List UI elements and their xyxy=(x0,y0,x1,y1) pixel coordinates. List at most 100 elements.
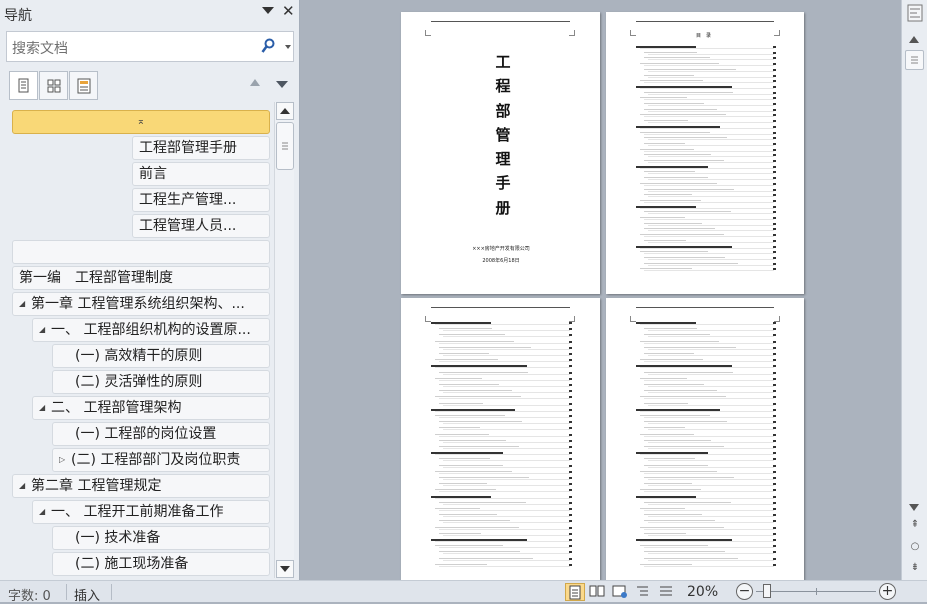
outline-view-button[interactable] xyxy=(634,583,654,601)
nav-heading-item[interactable]: ⌅ xyxy=(12,110,270,134)
toc-page-number xyxy=(773,433,776,436)
nav-heading-item[interactable]: 工程生产管理... xyxy=(132,188,270,212)
toc-leader xyxy=(443,355,570,356)
ruler-toggle-icon[interactable] xyxy=(907,4,923,22)
collapse-caret-icon[interactable]: ◢ xyxy=(39,397,51,419)
toc-leader xyxy=(640,454,774,456)
toc-leader xyxy=(644,150,774,152)
toc-entry-line xyxy=(640,377,687,379)
grip-icon xyxy=(911,56,918,64)
previous-heading-arrow-icon[interactable] xyxy=(250,79,260,86)
toc-entry-line xyxy=(439,446,519,447)
document-scrollbar[interactable]: ⇞ ○ ⇟ xyxy=(901,0,927,580)
nav-heading-item[interactable]: ◢ 第二章 工程管理规定 xyxy=(12,474,270,498)
toc-page-number xyxy=(569,520,572,523)
search-options-chevron-icon[interactable] xyxy=(285,45,291,49)
word-count[interactable]: 字数: 0 xyxy=(8,585,51,604)
nav-heading-item[interactable]: ◢ 第一章 工程管理系统组织架构、... xyxy=(12,292,270,316)
toc-page-number xyxy=(569,557,572,560)
toc-entry-line xyxy=(644,211,731,213)
select-browse-object-icon[interactable]: ○ xyxy=(908,540,922,554)
toc-entry-line xyxy=(640,268,692,270)
collapse-caret-icon[interactable]: ◢ xyxy=(19,293,31,315)
nav-pane-scrollbar[interactable] xyxy=(274,102,294,578)
zoom-level[interactable]: 20% xyxy=(687,584,718,600)
nav-heading-item[interactable]: 第一编 工程部管理制度 xyxy=(12,266,270,290)
next-page-icon[interactable]: ⇟ xyxy=(908,561,922,575)
close-icon[interactable]: ✕ xyxy=(282,3,295,19)
toc-page-number xyxy=(773,120,776,123)
toc-page-number xyxy=(773,188,776,191)
previous-page-icon[interactable]: ⇞ xyxy=(908,518,922,532)
scroll-down-arrow-icon[interactable] xyxy=(909,504,919,511)
toc-leader xyxy=(648,156,774,158)
toc-page-number xyxy=(569,427,572,430)
toc-page-number xyxy=(569,439,572,442)
expand-caret-icon[interactable]: ▷ xyxy=(59,449,71,471)
page-1-cover[interactable]: 工程部管理手册 ×××房地产开发有限公司 2008年6月18日 xyxy=(401,12,600,294)
toc-page-number xyxy=(569,563,572,566)
web-layout-view-button[interactable] xyxy=(611,583,631,601)
nav-heading-item[interactable]: (一) 高效精干的原则 xyxy=(52,344,270,368)
scroll-thumb[interactable] xyxy=(276,122,294,170)
scroll-up-button[interactable] xyxy=(276,102,294,120)
draft-view-button[interactable] xyxy=(657,583,677,601)
collapse-caret-icon[interactable]: ◢ xyxy=(39,319,51,341)
nav-heading-item[interactable]: 工程管理人员... xyxy=(132,214,270,238)
page-4[interactable] xyxy=(606,298,804,580)
toc-leader xyxy=(439,417,570,418)
toc-leader xyxy=(648,224,774,226)
toc-page-number xyxy=(773,80,776,83)
tab-results[interactable] xyxy=(69,71,98,100)
document-scroll-thumb[interactable] xyxy=(905,50,924,70)
zoom-in-button[interactable]: + xyxy=(879,583,896,600)
insert-mode[interactable]: 插入 xyxy=(74,585,100,604)
nav-heading-item[interactable]: (二) 灵活弹性的原则 xyxy=(52,370,270,394)
zoom-out-button[interactable]: − xyxy=(736,583,753,600)
search-icon[interactable] xyxy=(261,38,275,54)
scroll-down-button[interactable] xyxy=(276,560,294,578)
print-layout-view-button[interactable] xyxy=(565,583,585,601)
full-screen-reading-view-button[interactable] xyxy=(588,583,608,601)
nav-heading-item[interactable]: ◢ 一、 工程开工前期准备工作 xyxy=(32,500,270,524)
nav-heading-item[interactable]: (一) 技术准备 xyxy=(52,526,270,550)
collapse-caret-icon[interactable]: ◢ xyxy=(19,475,31,497)
zoom-slider-thumb[interactable] xyxy=(763,584,771,598)
toc-entry-line xyxy=(644,239,686,241)
page-3[interactable] xyxy=(401,298,600,580)
toc-leader xyxy=(644,547,774,549)
toc-entry-line xyxy=(435,526,519,528)
collapse-caret-icon[interactable]: ◢ xyxy=(39,501,51,523)
toc-entry-line xyxy=(439,334,505,336)
toc-page-number xyxy=(773,402,776,405)
page-2-toc[interactable]: 目 录 xyxy=(606,12,804,294)
nav-heading-item[interactable]: ◢ 一、 工程部组织机构的设置原... xyxy=(32,318,270,342)
search-input[interactable]: 搜索文档 xyxy=(6,31,294,62)
nav-heading-item[interactable]: 前言 xyxy=(132,162,270,186)
cover-title: 工程部管理手册 xyxy=(493,50,513,220)
toc-leader xyxy=(443,448,570,449)
nav-heading-item[interactable]: 工程部管理手册 xyxy=(132,136,270,160)
nav-heading-label: (二) 施工现场准备 xyxy=(75,556,189,572)
collapse-all-icon[interactable]: ⌅ xyxy=(137,111,145,133)
toc-leader xyxy=(648,70,774,72)
header-rule xyxy=(636,21,774,22)
next-heading-arrow-icon[interactable] xyxy=(276,81,288,88)
nav-heading-item[interactable]: (二) 施工现场准备 xyxy=(52,552,270,576)
toc-entry-line xyxy=(439,402,483,404)
nav-heading-label: 第一章 工程管理系统组织架构、... xyxy=(31,296,245,312)
nav-heading-item[interactable] xyxy=(12,240,270,264)
toc-entry-line xyxy=(640,508,685,509)
tab-headings[interactable] xyxy=(9,71,38,100)
toc-page-number xyxy=(773,142,776,145)
nav-heading-item[interactable]: ▷ (二) 工程部部门及岗位职责 xyxy=(52,448,270,472)
nav-heading-item[interactable]: (一) 工程部的岗位设置 xyxy=(52,422,270,446)
document-workspace[interactable]: 工程部管理手册 ×××房地产开发有限公司 2008年6月18日 目 录 xyxy=(301,0,901,580)
nav-pane-options-dropdown[interactable] xyxy=(262,7,274,14)
tab-pages[interactable] xyxy=(39,71,68,100)
toc-entry-line xyxy=(644,446,724,447)
nav-heading-item[interactable]: ◢ 二、 工程部管理架构 xyxy=(32,396,270,420)
toc-page-number xyxy=(569,545,572,548)
toc-entry-line xyxy=(640,340,719,342)
scroll-up-arrow-icon[interactable] xyxy=(909,36,919,43)
